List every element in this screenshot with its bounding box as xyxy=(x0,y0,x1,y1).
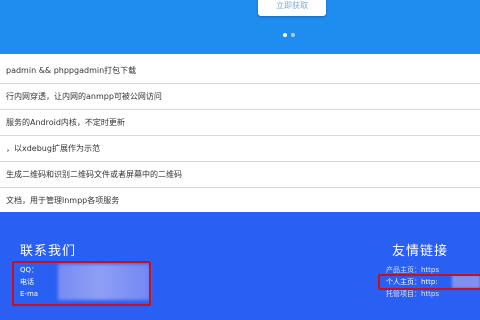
feature-list: padmin && phppgadmin打包下载 行内网穿透，让内网的anmpp… xyxy=(0,58,480,214)
highlight-box-link xyxy=(378,274,480,290)
friend-links-heading: 友情链接 xyxy=(392,244,449,259)
list-item[interactable]: ，以xdebug扩展作为示范 xyxy=(0,136,480,162)
hero-banner: 立即获取 xyxy=(0,0,480,54)
list-item-text: 行内网穿透，让内网的anmpp可被公网访问 xyxy=(6,92,162,101)
get-now-button[interactable]: 立即获取 xyxy=(258,0,326,16)
list-item[interactable]: padmin && phppgadmin打包下载 xyxy=(0,58,480,84)
list-item[interactable]: 生成二维码和识别二维码文件或者屏幕中的二维码 xyxy=(0,162,480,188)
list-item-text: 文档，用于管理lnmpp各项服务 xyxy=(6,196,120,205)
carousel-dot-2[interactable] xyxy=(291,33,295,37)
list-item[interactable]: 行内网穿透，让内网的anmpp可被公网访问 xyxy=(0,84,480,110)
contact-us-heading: 联系我们 xyxy=(20,244,77,259)
list-item-text: ，以xdebug扩展作为示范 xyxy=(6,144,100,153)
list-item-text: 生成二维码和识别二维码文件或者屏幕中的二维码 xyxy=(6,170,182,179)
list-item-text: 服务的Android内核，不定时更新 xyxy=(6,118,125,127)
list-item-text: padmin && phppgadmin打包下载 xyxy=(6,66,137,75)
carousel-dots xyxy=(283,33,295,37)
list-item[interactable]: 文档，用于管理lnmpp各项服务 xyxy=(0,188,480,214)
carousel-dot-1[interactable] xyxy=(283,33,287,37)
list-item[interactable]: 服务的Android内核，不定时更新 xyxy=(0,110,480,136)
site-footer: 联系我们 QQ： 电话 E-ma 友情链接 产品主页：https 个人主页：ht… xyxy=(0,212,480,320)
highlight-box-contact xyxy=(12,261,151,306)
